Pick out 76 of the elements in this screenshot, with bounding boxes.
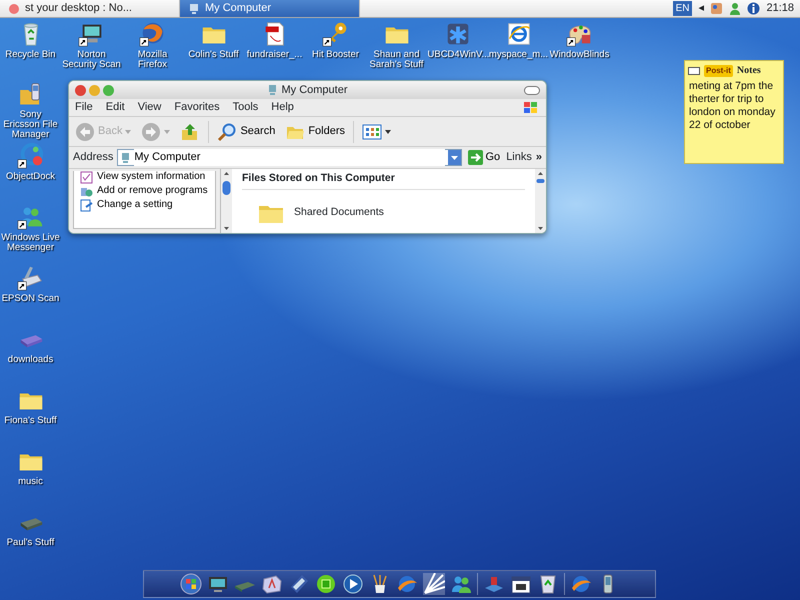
tray-palette-icon[interactable] — [710, 2, 724, 15]
page-icon — [8, 2, 20, 14]
icon-label[interactable]: myspace_m... — [488, 50, 548, 60]
globe-icon[interactable] — [396, 573, 418, 595]
note-title: Notes — [736, 64, 761, 78]
note-text[interactable]: meting at 7pm the therter for trip to london on monday 22 of october — [685, 80, 783, 132]
icon-label[interactable]: ObjectDock — [0, 172, 60, 182]
taskbar-tab[interactable]: My Computer — [180, 0, 360, 17]
tray-expand-arrow[interactable]: ◂ — [698, 0, 704, 17]
icon-label[interactable]: EPSON Scan — [0, 294, 60, 304]
icon-label[interactable]: Shaun and Sarah's Stuff — [366, 50, 426, 70]
task-link[interactable]: Add or remove programs — [80, 185, 209, 198]
icon-label[interactable]: Norton Security Scan — [62, 50, 122, 70]
scanner-icon[interactable] — [16, 264, 44, 292]
tray-info-icon[interactable] — [747, 2, 760, 15]
menu-item[interactable]: View — [138, 99, 162, 116]
address-label: Address — [73, 150, 114, 166]
clock: 21:18 — [766, 1, 794, 16]
icon-label[interactable]: Windows Live Messenger — [0, 233, 60, 253]
icon-label[interactable]: fundraiser_... — [244, 50, 304, 60]
computer-icon — [267, 84, 278, 96]
menu-item[interactable]: Help — [271, 99, 294, 116]
tray-person-icon[interactable] — [729, 2, 742, 15]
folders-button[interactable]: Folders — [283, 122, 348, 142]
views-icon[interactable] — [362, 122, 382, 142]
note-menu-button[interactable] — [688, 66, 700, 74]
dock-icon[interactable] — [16, 142, 44, 170]
icon-label[interactable]: Sony Ericsson File Manager — [0, 110, 60, 140]
menu-item[interactable]: Tools — [232, 99, 258, 116]
task-link[interactable]: View system information — [80, 171, 209, 184]
close-button[interactable] — [75, 84, 86, 96]
settings-page-icon[interactable] — [80, 199, 93, 212]
icon-label[interactable]: WindowBlinds — [550, 50, 610, 60]
scrollbar[interactable] — [535, 169, 546, 233]
computer-icon — [188, 2, 200, 14]
search-button[interactable]: Search — [215, 122, 278, 142]
icon-label[interactable]: Mozilla Firefox — [122, 50, 182, 70]
icon-label[interactable]: Colin's Stuff — [184, 50, 244, 60]
go-arrow-icon — [468, 150, 482, 165]
icon-label[interactable]: Fiona's Stuff — [0, 416, 60, 426]
icon-label[interactable]: UBCD4WinV... — [428, 50, 488, 60]
play-button-icon[interactable] — [342, 573, 364, 595]
info-page-icon[interactable] — [80, 171, 93, 184]
icon-label[interactable]: Recycle Bin — [0, 50, 60, 60]
font-block-icon[interactable] — [261, 573, 283, 595]
icon-label[interactable]: music — [0, 477, 60, 487]
more-links-chevron[interactable]: » — [536, 149, 542, 166]
menu-item[interactable]: Edit — [106, 99, 125, 116]
caret-icon — [385, 128, 392, 134]
file-label[interactable]: Shared Documents — [294, 204, 384, 221]
menu-item[interactable]: File — [75, 99, 93, 116]
task-link[interactable]: Change a setting — [80, 199, 209, 212]
icon-label[interactable]: downloads — [0, 355, 60, 365]
section-heading: Files Stored on This Computer — [242, 171, 525, 190]
start-orb-icon[interactable] — [180, 573, 202, 595]
icon-label[interactable]: Hit Booster — [306, 50, 366, 60]
menu-item[interactable]: Favorites — [174, 99, 220, 116]
search-icon[interactable] — [217, 122, 238, 142]
post-it-logo: Post-it — [704, 64, 733, 76]
caret-icon — [164, 128, 170, 134]
starburst-icon[interactable] — [423, 573, 445, 595]
icon-label[interactable]: Paul's Stuff — [0, 538, 60, 548]
scrollbar[interactable] — [221, 169, 232, 233]
caret-icon — [125, 128, 132, 134]
globe-icon[interactable] — [570, 573, 592, 595]
links-label[interactable]: Links — [506, 149, 532, 166]
language-indicator[interactable]: EN — [672, 1, 692, 16]
go-button[interactable]: Go — [466, 149, 502, 166]
toolbar-toggle-button[interactable] — [524, 86, 540, 94]
computer-icon — [120, 152, 132, 164]
views-button[interactable] — [360, 122, 394, 142]
programs-icon[interactable] — [80, 185, 93, 198]
windows-flag-icon — [522, 100, 540, 116]
disc-icon[interactable] — [315, 573, 337, 595]
window-title: My Computer — [281, 82, 348, 98]
address-field[interactable]: My Computer — [117, 149, 462, 166]
